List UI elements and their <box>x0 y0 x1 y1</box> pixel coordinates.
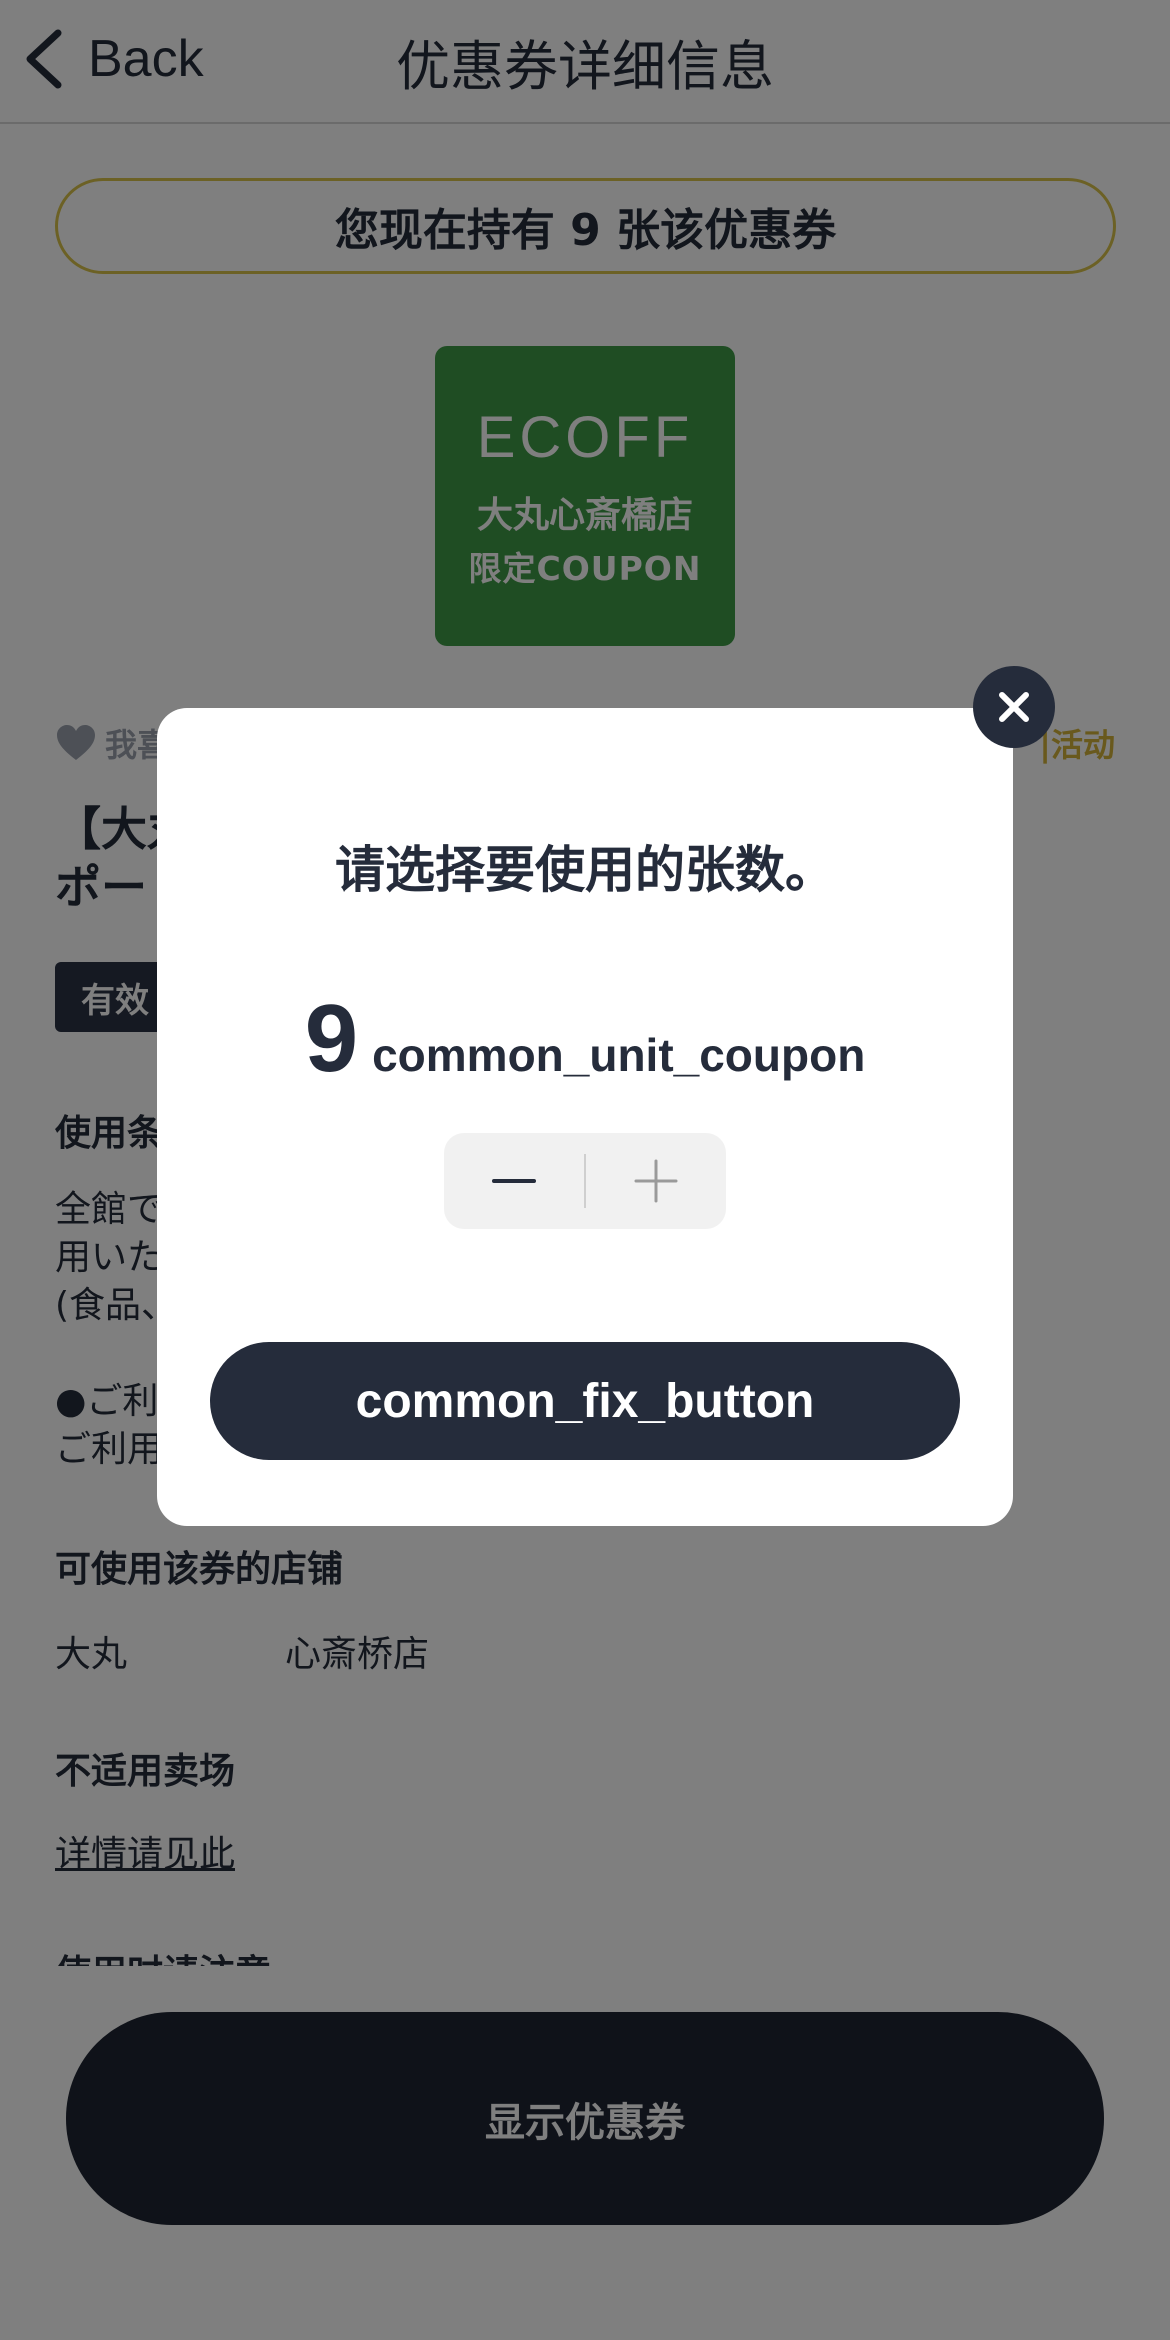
coupon-detail-screen: Back 优惠券详细信息 您现在持有 9 张该优惠券 ECOFF 大丸心斎橋店 … <box>0 0 1170 2340</box>
confirm-button[interactable]: common_fix_button <box>210 1342 960 1460</box>
quantity-modal: 请选择要使用的张数。 9 common_unit_coupon common_f… <box>157 708 1013 1526</box>
close-button[interactable] <box>973 666 1055 748</box>
quantity-display: 9 common_unit_coupon <box>157 984 1013 1094</box>
minus-icon <box>492 1179 536 1183</box>
modal-title: 请选择要使用的张数。 <box>335 841 835 899</box>
close-icon <box>999 692 1029 722</box>
quantity-stepper <box>444 1133 726 1229</box>
decrement-button[interactable] <box>444 1133 584 1229</box>
plus-icon <box>634 1159 678 1203</box>
quantity-unit: common_unit_coupon <box>372 1029 866 1081</box>
quantity-value: 9 <box>304 985 359 1092</box>
increment-button[interactable] <box>586 1133 726 1229</box>
